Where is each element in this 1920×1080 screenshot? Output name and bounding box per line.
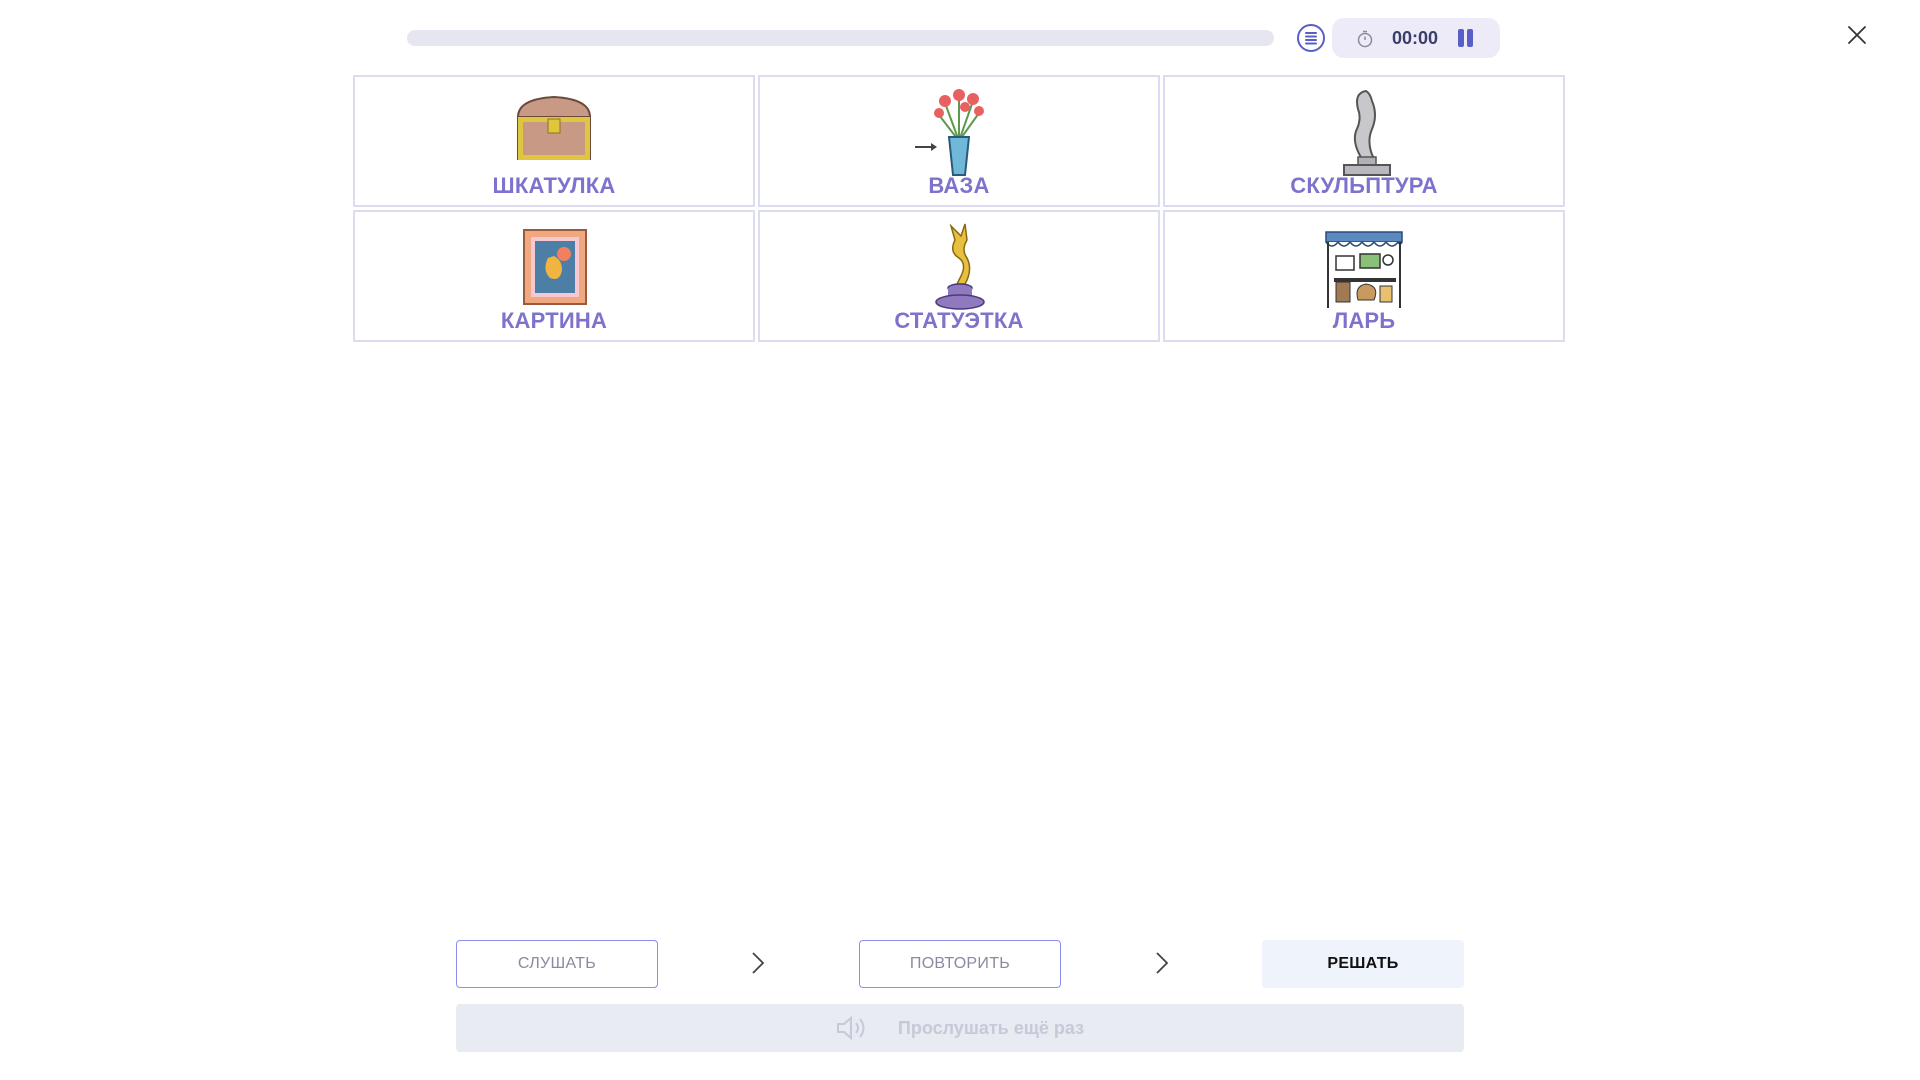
- listen-again-button[interactable]: Прослушать ещё раз: [456, 1004, 1464, 1052]
- list-button[interactable]: [1297, 24, 1325, 52]
- vase-icon: [915, 89, 984, 176]
- card-label: КАРТИНА: [500, 308, 608, 333]
- card-label: СКУЛЬПТУРА: [1290, 173, 1438, 198]
- timer-value: 00:00: [1392, 28, 1439, 48]
- sculpture-icon: [1343, 89, 1391, 176]
- list-icon: [1305, 32, 1317, 45]
- card-stall[interactable]: ЛАРЬ: [1163, 210, 1565, 342]
- timer: 00:00: [1332, 18, 1500, 58]
- card-chest[interactable]: ШКАТУЛКА: [353, 75, 755, 207]
- speaker-icon: [836, 1016, 865, 1040]
- stopwatch-icon: [1357, 30, 1373, 48]
- listen-again-label: Прослушать ещё раз: [897, 1017, 1085, 1038]
- card-label: СТАТУЭТКА: [894, 308, 1024, 333]
- close-button[interactable]: [1846, 24, 1868, 46]
- chevron-right-icon: [752, 952, 765, 974]
- card-label: ШКАТУЛКА: [492, 173, 616, 198]
- close-icon: [1848, 26, 1866, 44]
- card-vase[interactable]: ВАЗА: [758, 75, 1160, 207]
- top-bar: 00:00: [0, 0, 1920, 72]
- painting-icon: [523, 229, 587, 305]
- card-label: ВАЗА: [928, 173, 990, 198]
- stall-icon: [1325, 231, 1403, 308]
- statuette-icon: [935, 223, 985, 310]
- chest-icon: [516, 95, 592, 160]
- listen-button[interactable]: СЛУШАТЬ: [456, 940, 658, 988]
- solve-button[interactable]: РЕШАТЬ: [1262, 940, 1464, 988]
- pause-button[interactable]: [1456, 29, 1476, 49]
- chevron-right-icon: [1156, 952, 1169, 974]
- card-painting[interactable]: КАРТИНА: [353, 210, 755, 342]
- answer-grid: ШКАТУЛКА ВАЗА СКУЛЬПТУРА КАРТИНА СТАТУЭТ…: [353, 75, 1567, 342]
- card-statuette[interactable]: СТАТУЭТКА: [758, 210, 1160, 342]
- card-label: ЛАРЬ: [1332, 308, 1396, 333]
- progress-bar: [407, 30, 1274, 46]
- card-sculpture[interactable]: СКУЛЬПТУРА: [1163, 75, 1565, 207]
- repeat-button[interactable]: ПОВТОРИТЬ: [859, 940, 1061, 988]
